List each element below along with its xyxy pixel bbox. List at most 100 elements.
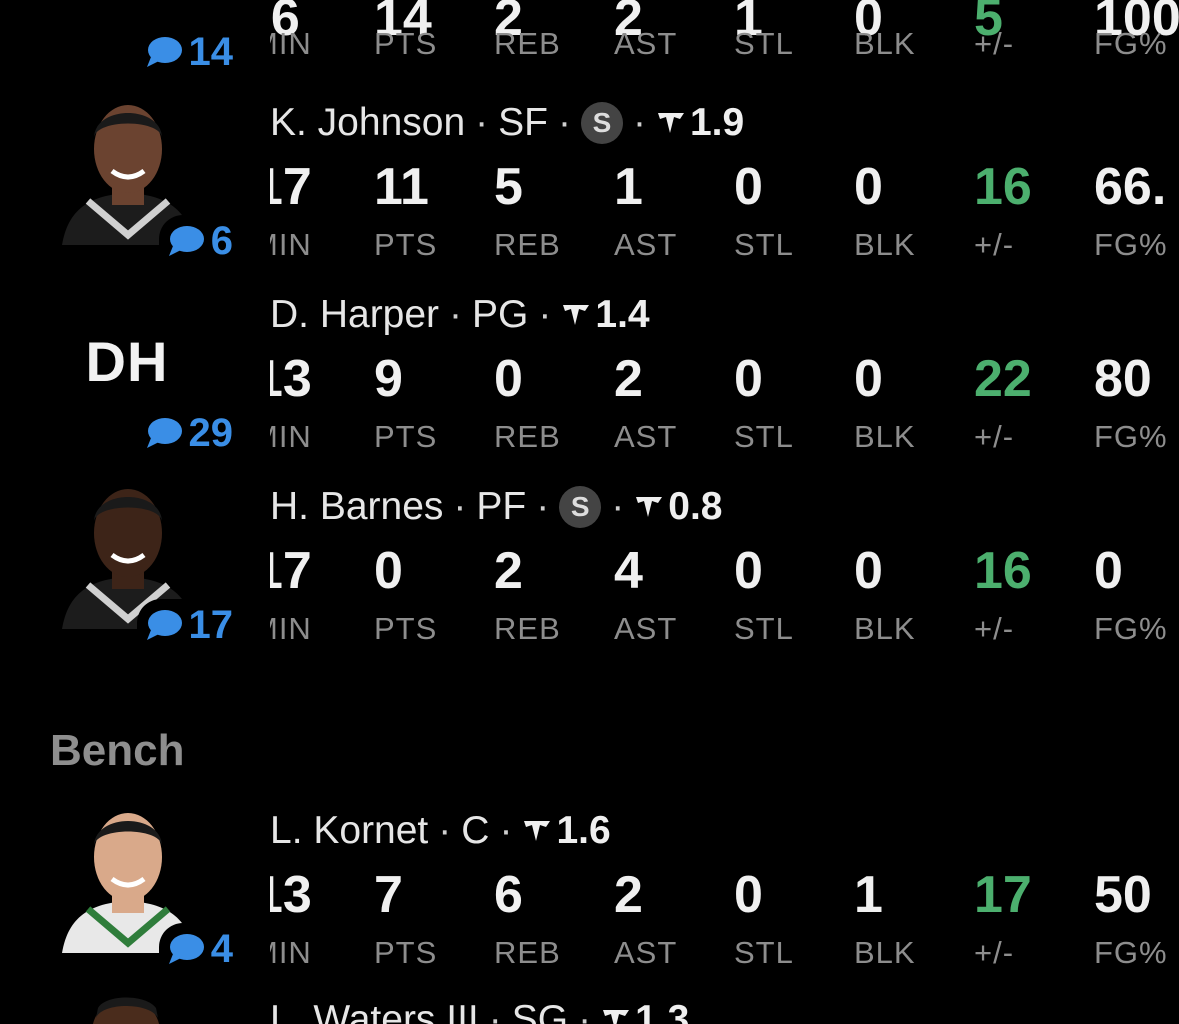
rating-arrow-icon: [603, 1010, 630, 1024]
stat-value: 5: [494, 158, 523, 216]
stat-value: 0: [734, 350, 763, 408]
comment-count[interactable]: 6: [158, 215, 233, 265]
player-name-line: L. Kornet · C · 1.6: [270, 809, 611, 852]
comment-bubble-icon: [168, 934, 204, 964]
stat-label: PTS: [374, 611, 438, 646]
player-name: H. Barnes: [270, 485, 444, 528]
player-name-line: K. Johnson · SF · S · 1.9: [270, 101, 745, 145]
rating-arrow-icon: [657, 113, 684, 133]
stat-value: 22: [974, 350, 1032, 408]
stat-col: 0 BLK: [854, 161, 974, 263]
stat-label: AST: [614, 26, 678, 61]
stat-value: 66.: [1094, 161, 1167, 216]
stat-value: 0: [854, 158, 883, 216]
stat-label: +/-: [974, 26, 1015, 61]
comment-count-value: 29: [188, 411, 234, 455]
stat-col: 2 AST: [614, 353, 734, 455]
stat-value: 17: [270, 161, 312, 216]
stat-value: 0: [1094, 545, 1123, 600]
stat-col: 50 FG%: [1094, 869, 1179, 971]
rating-arrow-icon: [636, 497, 663, 517]
rating-arrow-icon: [524, 821, 551, 841]
stat-col: 22 +/-: [974, 353, 1094, 455]
player-position: SG: [511, 998, 569, 1024]
stat-col: 0 FG%: [1094, 545, 1179, 647]
player-avatar: [62, 996, 194, 1024]
stat-label: STL: [734, 26, 794, 61]
stat-col: 2 REB: [494, 545, 614, 647]
player-rating: 1.9: [656, 101, 744, 145]
comment-bubble-icon: [146, 610, 182, 640]
stat-label: PTS: [374, 26, 438, 61]
player-rating-value: 1.9: [689, 101, 745, 144]
comment-count-value: 6: [210, 219, 233, 263]
player-rating-value: 1.4: [595, 293, 650, 336]
player-row[interactable]: 17 H. Barnes · PF ·S · 0.8 17 MIN 0 PTS: [0, 481, 1179, 673]
comment-count[interactable]: 4: [158, 923, 233, 973]
stat-col: 11 PTS: [374, 161, 494, 263]
stat-col: 6 REB: [494, 869, 614, 971]
stat-col: 5 REB: [494, 161, 614, 263]
stat-label: BLK: [854, 227, 916, 262]
stat-label: BLK: [854, 26, 916, 61]
player-initials-avatar: DH: [85, 330, 169, 393]
stat-col: 0 STL: [734, 869, 854, 971]
player-row[interactable]: DH 29 D. Harper · PG · 1.4 13 MIN: [0, 289, 1179, 481]
stat-col: 16 +/-: [974, 161, 1094, 263]
comment-count[interactable]: 14: [136, 26, 234, 76]
stat-value: 1: [854, 866, 883, 924]
comment-count-value: 4: [210, 927, 233, 971]
player-rating: 1.4: [561, 293, 650, 337]
stat-value: 7: [374, 866, 403, 924]
stat-col: 66. FG%: [1094, 161, 1179, 263]
stat-label: +/-: [974, 227, 1015, 262]
comment-count-value: 17: [188, 603, 234, 647]
comment-count-value: 14: [188, 30, 234, 74]
stat-label: FG%: [1094, 419, 1168, 454]
player-name-line: L. Waters III · SG · 1.3: [270, 998, 689, 1024]
comment-bubble-icon: [146, 37, 182, 67]
stat-value: 1: [614, 158, 643, 216]
stat-value: 16: [974, 542, 1032, 600]
stat-value: 11: [374, 158, 429, 216]
stat-value: 13: [270, 353, 312, 408]
stat-value: 16: [974, 158, 1032, 216]
stat-label: MIN: [270, 935, 312, 970]
comment-bubble-icon: [146, 418, 182, 448]
stat-col: 80 FG%: [1094, 353, 1179, 455]
stat-label: STL: [734, 227, 794, 262]
stat-value: 0: [734, 866, 763, 924]
stat-col: 0 STL: [734, 545, 854, 647]
player-position: PF: [476, 485, 527, 528]
player-rating-value: 1.6: [556, 809, 611, 852]
player-row[interactable]: 6 K. Johnson · SF ·S · 1.9 17 MIN 11 PT: [0, 97, 1179, 289]
stat-label: FG%: [1094, 935, 1168, 970]
player-name: K. Johnson: [270, 101, 466, 144]
stat-min: 17 MIN: [270, 161, 330, 291]
stat-value: 0: [494, 350, 523, 408]
stat-value: 0: [854, 350, 883, 408]
player-name: L. Waters III: [270, 998, 479, 1024]
stat-label: +/-: [974, 935, 1015, 970]
player-name-line: D. Harper · PG · 1.4: [270, 293, 650, 337]
player-rating: 0.8: [634, 485, 722, 529]
stat-label: AST: [614, 935, 678, 970]
stat-label: MIN: [270, 419, 312, 454]
stat-label: PTS: [374, 419, 438, 454]
comment-count[interactable]: 17: [136, 599, 234, 649]
stat-label: +/-: [974, 419, 1015, 454]
stat-label: REB: [494, 227, 561, 262]
stat-label: BLK: [854, 935, 916, 970]
player-row[interactable]: L. Waters III · SG · 1.3: [0, 996, 1179, 1024]
stat-label: PTS: [374, 935, 438, 970]
stat-value: 2: [614, 866, 643, 924]
stat-col: 16 +/-: [974, 545, 1094, 647]
player-row[interactable]: 4 L. Kornet · C · 1.6 13 MIN 7 PTS: [0, 805, 1179, 997]
player-rating-value: 0.8: [668, 485, 723, 528]
player-row[interactable]: 14 16 14 2 2 1 0 5 100 MIN PTS REB AST S…: [0, 0, 1179, 76]
stat-label: FG%: [1094, 26, 1168, 61]
comment-count[interactable]: 29: [136, 407, 234, 457]
stat-label: STL: [734, 935, 794, 970]
stat-col: 0 PTS: [374, 545, 494, 647]
bench-section-header: Bench: [50, 726, 185, 775]
